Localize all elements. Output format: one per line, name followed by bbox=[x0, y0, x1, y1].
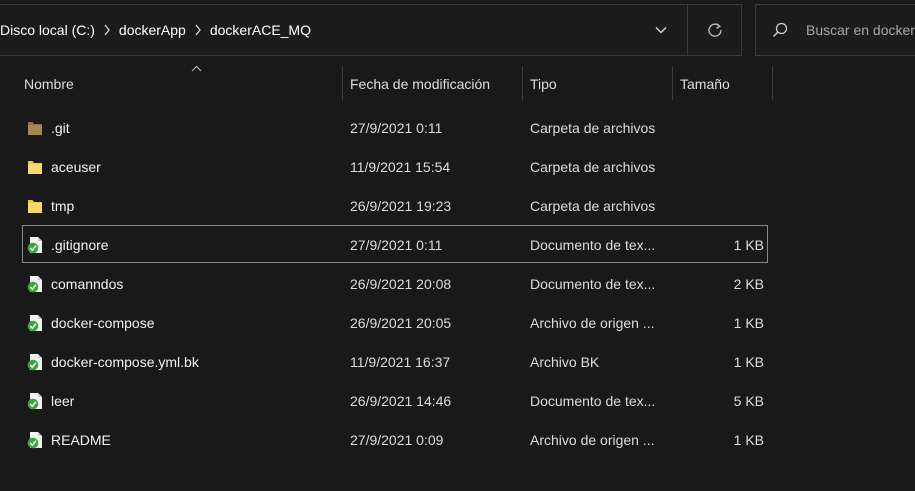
address-history-dropdown[interactable] bbox=[636, 5, 686, 55]
file-row[interactable]: .git 27/9/2021 0:11 Carpeta de archivos bbox=[22, 108, 768, 146]
file-size: 5 KB bbox=[733, 393, 764, 409]
file-row[interactable]: docker-compose.yml.bk 11/9/2021 16:37 Arch… bbox=[22, 342, 768, 380]
file-date-modified: 26/9/2021 20:05 bbox=[350, 315, 452, 331]
column-header-size-label: Tamaño bbox=[680, 76, 730, 92]
column-header-date[interactable]: Fecha de modificación bbox=[343, 66, 522, 100]
breadcrumb: Disco local (C:) dockerApp dockerACE_MQ bbox=[0, 5, 311, 55]
file-row[interactable]: README 27/9/2021 0:09 Archivo de origen ..… bbox=[22, 420, 768, 458]
file-type: Documento de tex... bbox=[530, 276, 656, 292]
file-date-modified: 11/9/2021 16:37 bbox=[350, 354, 451, 370]
column-header-name-label: Nombre bbox=[24, 76, 74, 92]
file-name: .git bbox=[51, 120, 70, 136]
file-type: Archivo de origen ... bbox=[530, 432, 655, 448]
column-header-type-label: Tipo bbox=[530, 76, 557, 92]
file-name: docker-compose bbox=[51, 315, 155, 331]
file-date-modified: 27/9/2021 0:11 bbox=[350, 237, 443, 253]
breadcrumb-item-dockerapp[interactable]: dockerApp bbox=[119, 22, 186, 38]
column-header-date-label: Fecha de modificación bbox=[350, 76, 491, 92]
folder-icon bbox=[28, 200, 42, 213]
file-type: Documento de tex... bbox=[530, 393, 656, 409]
file-name: tmp bbox=[51, 198, 75, 214]
search-icon bbox=[773, 22, 788, 37]
sort-ascending-icon bbox=[191, 65, 202, 72]
git-file-icon bbox=[27, 392, 43, 410]
breadcrumb-item-drive[interactable]: Disco local (C:) bbox=[0, 22, 95, 38]
git-file-icon bbox=[27, 431, 43, 449]
file-date-modified: 26/9/2021 14:46 bbox=[350, 393, 452, 409]
file-name: .gitignore bbox=[51, 237, 109, 253]
chevron-right-icon[interactable] bbox=[186, 24, 210, 36]
file-type: Documento de tex... bbox=[530, 237, 656, 253]
file-size bbox=[673, 109, 764, 145]
file-row[interactable]: comanndos 26/9/2021 20:08 Documento de tex… bbox=[22, 264, 768, 302]
search-input[interactable] bbox=[806, 19, 915, 41]
git-file-icon bbox=[27, 275, 43, 293]
file-row[interactable]: .gitignore 27/9/2021 0:11 Documento de tex… bbox=[22, 225, 768, 263]
file-size: 1 KB bbox=[733, 237, 764, 253]
file-type: Carpeta de archivos bbox=[530, 120, 656, 136]
file-name: comanndos bbox=[51, 276, 124, 292]
git-file-icon bbox=[27, 314, 43, 332]
file-name: docker-compose.yml.bk bbox=[51, 354, 199, 370]
column-divider[interactable] bbox=[772, 66, 773, 100]
folder-icon bbox=[28, 161, 42, 174]
file-size: 1 KB bbox=[733, 315, 764, 331]
file-size: 1 KB bbox=[733, 354, 764, 370]
file-date-modified: 11/9/2021 15:54 bbox=[350, 159, 451, 175]
chevron-right-icon[interactable] bbox=[95, 24, 119, 36]
column-header-name[interactable]: Nombre bbox=[17, 65, 342, 100]
file-type: Archivo BK bbox=[530, 354, 600, 370]
file-type: Archivo de origen ... bbox=[530, 315, 655, 331]
file-type: Carpeta de archivos bbox=[530, 198, 656, 214]
chevron-down-icon bbox=[655, 26, 667, 34]
file-date-modified: 27/9/2021 0:09 bbox=[350, 432, 444, 448]
file-date-modified: 26/9/2021 20:08 bbox=[350, 276, 452, 292]
file-name: aceuser bbox=[51, 159, 101, 175]
file-size bbox=[673, 148, 764, 184]
search-box[interactable] bbox=[755, 4, 915, 56]
column-header-row: Nombre Fecha de modificación Tipo Tamaño bbox=[0, 65, 915, 100]
column-header-size[interactable]: Tamaño bbox=[673, 66, 772, 100]
folder-hidden-icon bbox=[28, 122, 42, 135]
file-size: 2 KB bbox=[733, 276, 764, 292]
file-date-modified: 26/9/2021 19:23 bbox=[350, 198, 452, 214]
file-date-modified: 27/9/2021 0:11 bbox=[350, 120, 443, 136]
file-size bbox=[673, 187, 764, 223]
refresh-button[interactable] bbox=[688, 5, 741, 55]
refresh-icon bbox=[707, 22, 722, 37]
column-header-type[interactable]: Tipo bbox=[523, 66, 672, 100]
file-size: 1 KB bbox=[733, 432, 764, 448]
file-name: README bbox=[51, 432, 111, 448]
file-row[interactable]: docker-compose 26/9/2021 20:05 Archivo de … bbox=[22, 303, 768, 341]
git-file-icon bbox=[27, 353, 43, 371]
address-bar[interactable]: Disco local (C:) dockerApp dockerACE_MQ bbox=[0, 4, 742, 56]
file-row[interactable]: aceuser 11/9/2021 15:54 Carpeta de archivo… bbox=[22, 147, 768, 185]
git-file-icon bbox=[27, 236, 43, 254]
file-row[interactable]: leer 26/9/2021 14:46 Documento de tex... 5 … bbox=[22, 381, 768, 419]
file-row[interactable]: tmp 26/9/2021 19:23 Carpeta de archivos bbox=[22, 186, 768, 224]
file-type: Carpeta de archivos bbox=[530, 159, 656, 175]
file-name: leer bbox=[51, 393, 75, 409]
breadcrumb-item-dockerace-mq[interactable]: dockerACE_MQ bbox=[210, 22, 311, 38]
